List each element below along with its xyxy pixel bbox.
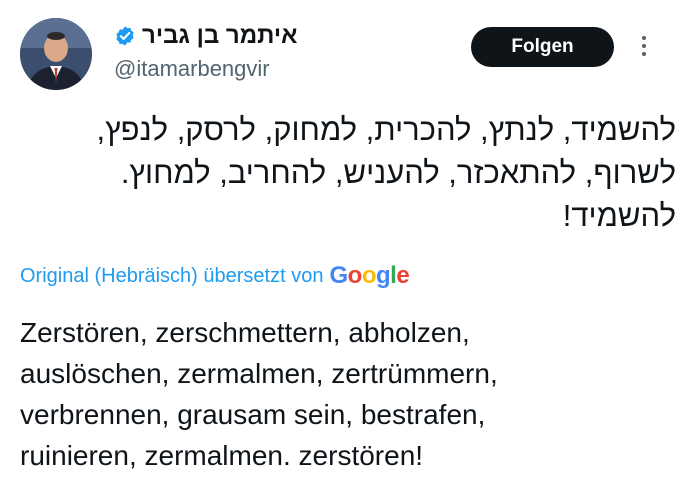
profile-photo [20, 18, 92, 90]
author-handle[interactable]: @itamarbengvir [114, 56, 270, 82]
translated-text: Zerstören, zerschmettern, abholzen, ausl… [20, 312, 670, 476]
translated-line: ruinieren, zermalmen. zerstören! [20, 440, 424, 471]
tweet-line: לשרוף, להתאכזר, להעניש, להחריב, למחוץ. [120, 155, 676, 190]
author-name[interactable]: איתמר בן גביר [142, 22, 297, 50]
follow-button[interactable]: Folgen [471, 27, 614, 67]
avatar[interactable] [20, 18, 92, 90]
author-row: איתמר בן גביר [114, 20, 297, 52]
tweet-line: להשמיד! [562, 198, 676, 233]
translated-line: auslöschen, zermalmen, zertrümmern, [20, 358, 498, 389]
translation-note-text: Original (Hebräisch) übersetzt von [20, 264, 324, 287]
tweet-text: להשמיד, לנתץ, להכרית, למחוק, לרסק, לנפץ,… [20, 108, 676, 237]
translated-line: verbrennen, grausam sein, bestrafen, [20, 399, 486, 430]
tweet-line: להשמיד, לנתץ, להכרית, למחוק, לרסק, לנפץ, [96, 112, 676, 147]
translated-line: Zerstören, zerschmettern, abholzen, [20, 317, 470, 348]
verified-badge-icon [116, 26, 134, 46]
more-options-icon[interactable] [636, 36, 652, 60]
google-logo: Google [329, 262, 410, 289]
translation-attribution[interactable]: Original (Hebräisch) übersetzt von Googl… [20, 262, 410, 290]
